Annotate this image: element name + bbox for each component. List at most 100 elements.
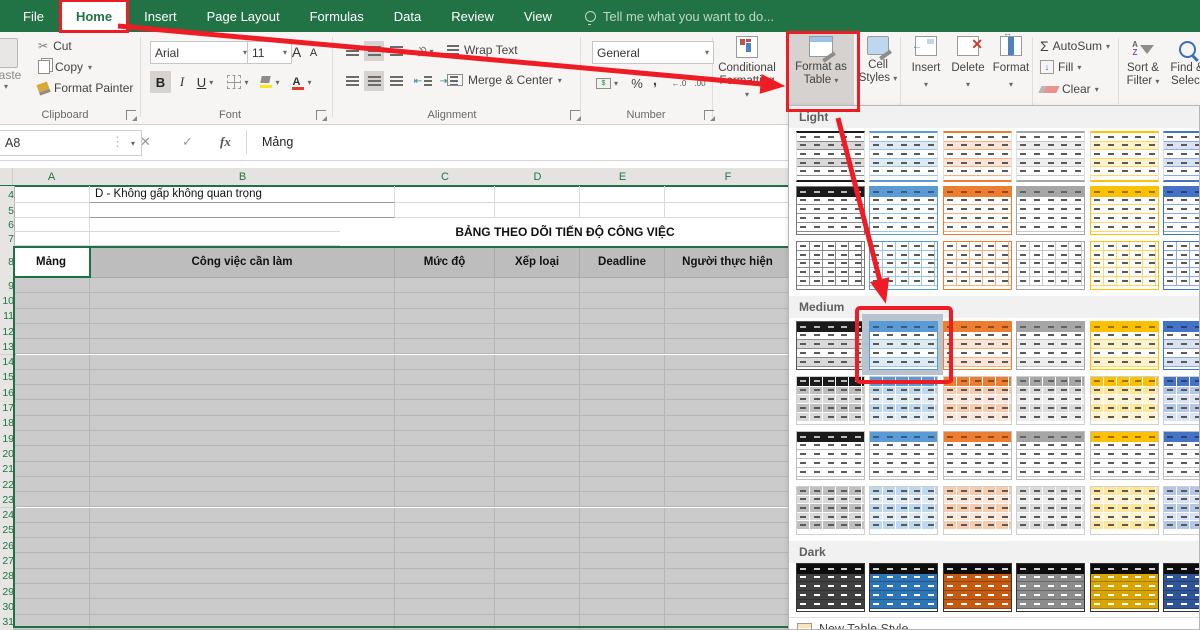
column-header[interactable]: B [90, 168, 396, 186]
italic-button[interactable]: I [173, 71, 191, 93]
autosum-button[interactable]: Σ AutoSum ▾ [1040, 38, 1110, 54]
table-style-light-10[interactable] [1016, 186, 1085, 235]
tab-home[interactable]: Home [58, 0, 130, 33]
align-top-button[interactable] [342, 41, 362, 61]
table-style-light-14[interactable] [869, 241, 938, 290]
table-style-light-7[interactable] [796, 186, 865, 235]
table-style-light-5[interactable] [1090, 131, 1159, 182]
table-style-medium-19[interactable] [796, 486, 865, 535]
font-dialog-launcher[interactable] [316, 110, 327, 121]
table-style-medium-18[interactable] [1163, 431, 1199, 480]
table-style-dark-6[interactable] [1163, 563, 1199, 612]
column-header[interactable]: E [580, 168, 666, 186]
alignment-dialog-launcher[interactable] [570, 110, 581, 121]
insert-cells-button[interactable]: ← Insert ▾ [906, 36, 946, 91]
merge-center-button[interactable]: ↔ Merge & Center ▾ [447, 73, 562, 87]
table-style-dark-3[interactable] [943, 563, 1012, 612]
grid-cell[interactable] [13, 218, 90, 232]
table-style-light-18[interactable] [1163, 241, 1199, 290]
cut-button[interactable]: ✂ Cut [38, 39, 72, 53]
table-style-medium-15[interactable] [943, 431, 1012, 480]
grid-cell[interactable] [580, 186, 665, 203]
wrap-text-button[interactable]: Wrap Text [447, 43, 518, 57]
tab-formulas[interactable]: Formulas [295, 0, 379, 32]
grid-cell[interactable] [665, 186, 791, 203]
column-header[interactable]: C [395, 168, 496, 186]
accounting-format-button[interactable]: $ ▾ [592, 73, 622, 93]
table-style-light-9[interactable] [943, 186, 1012, 235]
table-style-light-13[interactable] [796, 241, 865, 290]
format-as-table-button[interactable]: Format as Table ▾ [788, 33, 854, 109]
grid-cell[interactable] [495, 203, 580, 218]
table-style-medium-5[interactable] [1090, 321, 1159, 370]
table-style-light-2[interactable] [869, 131, 938, 182]
table-style-medium-4[interactable] [1016, 321, 1085, 370]
fill-button[interactable]: ↓ Fill ▾ [1040, 60, 1081, 74]
tell-me-box[interactable]: Tell me what you want to do... [584, 0, 774, 32]
table-style-dark-1[interactable] [796, 563, 865, 612]
cell-b4[interactable]: D - Không gấp không quan trọng [90, 186, 395, 203]
grid-cell[interactable] [90, 203, 395, 218]
shrink-font-button[interactable]: A [306, 43, 321, 62]
tab-file[interactable]: File [8, 0, 59, 32]
grid-cell[interactable] [395, 186, 495, 203]
clear-button[interactable]: Clear ▾ [1038, 82, 1099, 96]
table-style-medium-13[interactable] [796, 431, 865, 480]
format-painter-button[interactable]: Format Painter [36, 80, 133, 96]
grid-cell[interactable] [13, 186, 90, 203]
cancel-button[interactable]: ✕ [140, 130, 151, 154]
table-style-light-12[interactable] [1163, 186, 1199, 235]
grid-cell[interactable] [395, 203, 495, 218]
table-style-dark-4[interactable] [1016, 563, 1085, 612]
underline-button[interactable]: U ▾ [192, 71, 218, 93]
align-middle-button[interactable] [364, 41, 384, 61]
table-style-light-8[interactable] [869, 186, 938, 235]
table-style-light-6[interactable] [1163, 131, 1199, 182]
table-style-dark-5[interactable] [1090, 563, 1159, 612]
table-style-light-3[interactable] [943, 131, 1012, 182]
table-style-dark-2[interactable] [869, 563, 938, 612]
delete-cells-button[interactable]: ✕ Delete ▾ [948, 36, 988, 91]
column-header[interactable]: A [13, 168, 91, 186]
table-style-medium-16[interactable] [1016, 431, 1085, 480]
table-style-light-1[interactable] [796, 131, 865, 182]
sort-filter-button[interactable]: AZ Sort & Filter ▾ [1122, 36, 1164, 88]
font-family-select[interactable]: Arial ▾ [150, 41, 252, 64]
format-cells-button[interactable]: ↔ Format ▾ [990, 28, 1032, 91]
grid-cell[interactable] [13, 203, 90, 218]
table-style-medium-20[interactable] [869, 486, 938, 535]
borders-button[interactable]: ▾ [224, 71, 252, 93]
grid-cell[interactable] [13, 232, 90, 246]
tab-page-layout[interactable]: Page Layout [192, 0, 295, 32]
table-style-medium-6[interactable] [1163, 321, 1199, 370]
number-format-select[interactable]: General ▾ [592, 41, 714, 64]
table-style-light-11[interactable] [1090, 186, 1159, 235]
table-style-light-17[interactable] [1090, 241, 1159, 290]
tab-insert[interactable]: Insert [129, 0, 192, 32]
orientation-button[interactable]: ab ▾ [412, 41, 438, 61]
table-style-medium-2[interactable] [869, 321, 938, 370]
table-style-medium-3[interactable] [943, 321, 1012, 370]
cell-styles-button[interactable]: Cell Styles ▾ [856, 36, 900, 85]
paste-button[interactable]: Paste ▾ [0, 36, 30, 98]
column-header[interactable]: D [495, 168, 581, 186]
table-style-medium-21[interactable] [943, 486, 1012, 535]
enter-button[interactable]: ✓ [182, 130, 193, 154]
clipboard-dialog-launcher[interactable] [126, 110, 137, 121]
number-dialog-launcher[interactable] [704, 110, 715, 121]
font-color-button[interactable]: A ▾ [288, 71, 316, 93]
align-center-button[interactable] [364, 71, 384, 91]
conditional-formatting-button[interactable]: Conditional Formatting ▾ [716, 36, 778, 101]
grid-cell[interactable] [665, 203, 791, 218]
table-style-medium-14[interactable] [869, 431, 938, 480]
tab-view[interactable]: View [509, 0, 567, 32]
table-style-medium-8[interactable] [869, 376, 938, 425]
name-box-splitter[interactable]: ⋮ [111, 130, 124, 154]
select-all-corner[interactable] [0, 168, 13, 186]
increase-decimal-button[interactable]: ←.0 [668, 73, 690, 93]
table-style-light-16[interactable] [1016, 241, 1085, 290]
table-style-light-4[interactable] [1016, 131, 1085, 182]
table-style-medium-11[interactable] [1090, 376, 1159, 425]
grow-font-button[interactable]: A [288, 41, 305, 62]
comma-style-button[interactable]: , [648, 69, 662, 91]
